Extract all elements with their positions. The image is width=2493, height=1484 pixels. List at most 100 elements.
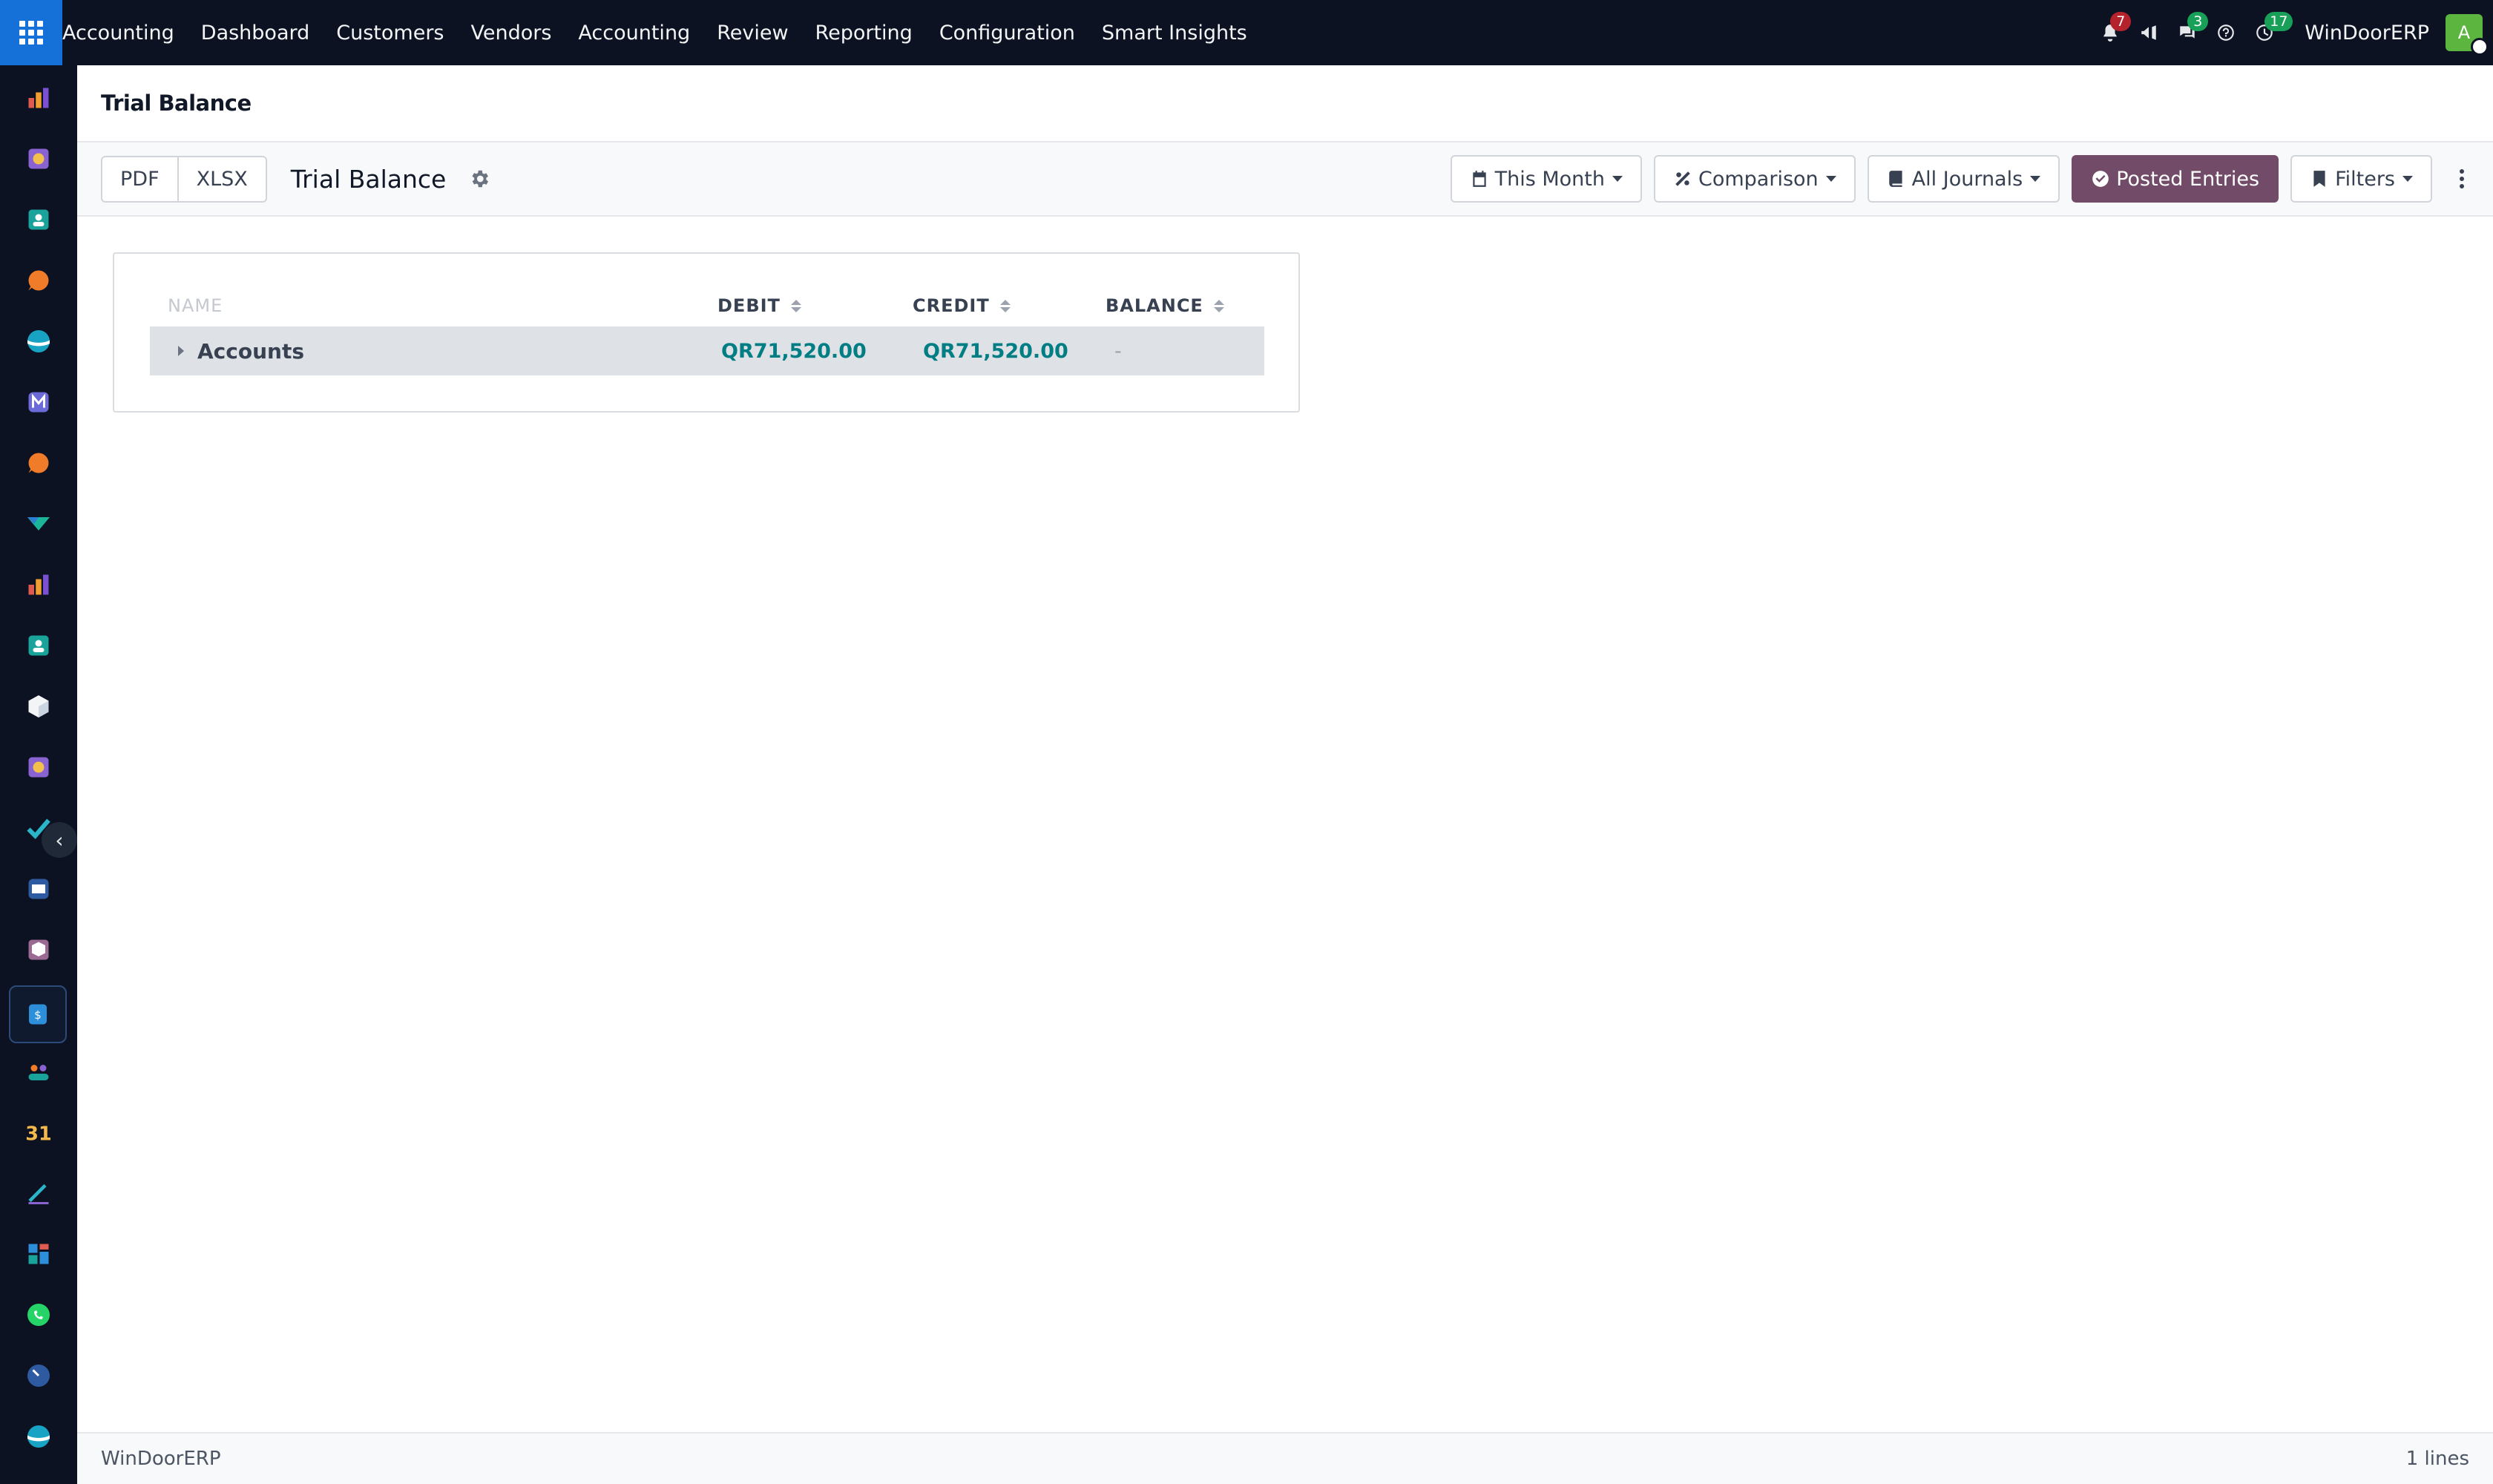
menu-vendors[interactable]: Vendors — [457, 22, 565, 45]
xlsx-button[interactable]: XLSX — [177, 157, 266, 201]
report-settings-button[interactable] — [468, 168, 490, 190]
column-balance-label: BALANCE — [1106, 295, 1203, 316]
sidebar-app-timesheets-icon[interactable] — [24, 1361, 53, 1391]
caret-right-icon[interactable] — [178, 346, 184, 356]
sort-icon — [1213, 299, 1224, 312]
sidebar-app-hr-icon[interactable] — [24, 1057, 53, 1086]
column-debit[interactable]: DEBIT — [717, 295, 801, 316]
help-button[interactable] — [2210, 16, 2242, 49]
main-content: Trial Balance PDF XLSX Trial Balance Thi… — [77, 65, 2493, 1484]
report-filters: This Month Comparison All Journals Poste… — [1439, 155, 2469, 203]
percent-icon — [1675, 171, 1690, 186]
notifications-bell[interactable]: 7 — [2094, 12, 2132, 49]
app-name[interactable]: Accounting — [62, 22, 188, 45]
column-credit-label: CREDIT — [913, 295, 990, 316]
sidebar-app-website-2-icon[interactable] — [24, 1422, 53, 1451]
column-debit-label: DEBIT — [717, 295, 781, 316]
help-icon — [2218, 24, 2235, 41]
sidebar-app-sign-icon[interactable] — [24, 1178, 53, 1208]
sort-icon — [790, 299, 801, 312]
sidebar-app-sales-icon[interactable] — [24, 83, 53, 113]
sidebar-app-discuss-icon[interactable] — [24, 266, 53, 295]
messages-badge: 3 — [2187, 12, 2209, 31]
column-name: NAME — [168, 295, 223, 316]
column-balance[interactable]: BALANCE — [1106, 295, 1224, 316]
journals-label: All Journals — [1911, 167, 2023, 191]
sidebar-app-expenses-icon[interactable] — [24, 144, 53, 174]
comparison-dropdown[interactable]: Comparison — [1654, 155, 1856, 203]
systray: 7 3 17 WinDoorERP A — [2091, 0, 2493, 65]
journals-dropdown[interactable]: All Journals — [1867, 155, 2060, 203]
apps-menu-button[interactable] — [0, 0, 62, 65]
row-debit[interactable]: QR71,520.00 — [721, 340, 867, 363]
bookmark-icon — [2313, 171, 2325, 187]
sidebar-app-crm-icon[interactable] — [24, 509, 53, 539]
sidebar-app-website-icon[interactable] — [24, 326, 53, 356]
main-menu: Accounting Dashboard Customers Vendors A… — [62, 0, 1261, 65]
row-balance: - — [1114, 339, 1122, 363]
menu-smart-insights[interactable]: Smart Insights — [1088, 22, 1261, 45]
sidebar-app-inventory-icon[interactable] — [24, 692, 53, 721]
announcements-button[interactable] — [2132, 16, 2165, 49]
caret-down-icon — [1612, 176, 1623, 182]
more-options-button[interactable] — [2454, 169, 2469, 188]
caret-down-icon — [1825, 176, 1836, 182]
menu-reporting[interactable]: Reporting — [802, 22, 926, 45]
check-circle-icon — [2092, 171, 2109, 187]
kebab-dot — [2460, 184, 2464, 188]
report-control-panel: PDF XLSX Trial Balance This Month Compar… — [77, 142, 2493, 217]
footer-company: WinDoorERP — [101, 1448, 221, 1470]
activities-badge: 17 — [2264, 12, 2293, 31]
presence-indicator — [2471, 38, 2489, 56]
sidebar-app-calendar-icon[interactable]: 31 — [24, 1117, 53, 1147]
menu-dashboard[interactable]: Dashboard — [188, 22, 323, 45]
app-sidebar: $ 31 ‹ — [0, 65, 77, 1484]
posted-entries-toggle[interactable]: Posted Entries — [2072, 155, 2279, 203]
sidebar-app-livechat-icon[interactable] — [24, 448, 53, 478]
sidebar-app-whatsapp-icon[interactable] — [24, 1300, 53, 1330]
row-credit[interactable]: QR71,520.00 — [923, 340, 1068, 363]
filters-dropdown[interactable]: Filters — [2290, 155, 2432, 203]
menu-review[interactable]: Review — [703, 22, 801, 45]
menu-accounting[interactable]: Accounting — [565, 22, 703, 45]
table-row[interactable]: Accounts QR71,520.00 QR71,520.00 - — [150, 326, 1264, 375]
sidebar-collapse-button[interactable]: ‹ — [42, 822, 77, 858]
activities-button[interactable]: 17 — [2248, 12, 2293, 49]
chevron-left-icon: ‹ — [55, 827, 64, 853]
export-buttons: PDF XLSX — [101, 155, 267, 203]
notifications-badge: 7 — [2110, 12, 2132, 31]
kebab-dot — [2460, 169, 2464, 174]
breadcrumb-bar: Trial Balance — [77, 65, 2493, 142]
avatar-initial: A — [2457, 22, 2471, 43]
breadcrumb: Trial Balance — [101, 91, 252, 116]
messages-button[interactable]: 3 — [2171, 12, 2209, 49]
svg-text:$: $ — [34, 1008, 42, 1022]
menu-customers[interactable]: Customers — [323, 22, 457, 45]
user-avatar[interactable]: A — [2446, 14, 2489, 56]
pdf-button[interactable]: PDF — [102, 157, 177, 201]
calendar-icon — [1472, 171, 1486, 187]
date-filter-dropdown[interactable]: This Month — [1450, 155, 1642, 203]
gear-icon — [472, 170, 489, 188]
top-navbar: Accounting Dashboard Customers Vendors A… — [0, 0, 2493, 65]
report-title: Trial Balance — [290, 164, 447, 194]
column-credit[interactable]: CREDIT — [913, 295, 1011, 316]
company-switcher[interactable]: WinDoorERP — [2305, 22, 2429, 45]
megaphone-icon — [2141, 25, 2156, 40]
sidebar-app-expenses-2-icon[interactable] — [24, 752, 53, 782]
sidebar-app-purchase-icon[interactable] — [24, 935, 53, 965]
caret-down-icon — [2402, 176, 2413, 182]
sidebar-app-invoicing-icon[interactable]: $ — [9, 985, 67, 1043]
line-count: 1 lines — [2405, 1448, 2469, 1470]
sidebar-app-mail-icon[interactable] — [24, 387, 53, 417]
posted-entries-label: Posted Entries — [2116, 167, 2260, 191]
column-name-label: NAME — [168, 295, 223, 316]
sidebar-app-contacts-icon[interactable] — [24, 205, 53, 234]
filters-label: Filters — [2335, 167, 2395, 191]
sidebar-app-employees-icon[interactable] — [24, 631, 53, 660]
sidebar-app-reports-icon[interactable] — [24, 570, 53, 600]
sidebar-app-dashboards-icon[interactable] — [24, 1239, 53, 1269]
apps-grid-icon — [19, 21, 43, 45]
sidebar-app-knowledge-icon[interactable] — [24, 874, 53, 904]
menu-configuration[interactable]: Configuration — [926, 22, 1088, 45]
